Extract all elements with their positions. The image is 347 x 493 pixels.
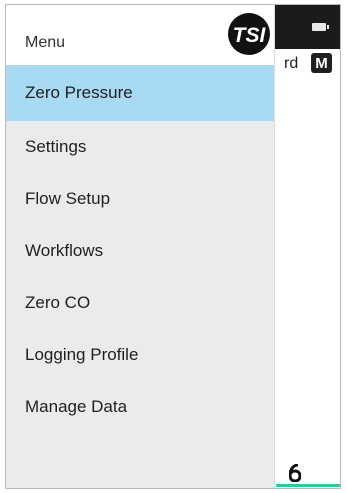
mode-badge: M	[311, 53, 332, 73]
tsi-logo: TSI	[228, 13, 270, 55]
menu-item-label: Settings	[25, 137, 87, 156]
menu-item-flow-setup[interactable]: Flow Setup	[6, 173, 274, 225]
background-label-fragment: rd	[284, 55, 299, 72]
drawer-header: Menu TSI	[6, 5, 274, 65]
device-screen: rd M Menu TSI Zero Pressure Settings Flo…	[5, 4, 341, 489]
menu-item-label: Workflows	[25, 241, 104, 260]
bottom-value-fragment	[289, 464, 301, 482]
menu-item-label: Manage Data	[25, 397, 128, 416]
menu-item-logging-profile[interactable]: Logging Profile	[6, 329, 274, 381]
menu-item-label: Zero Pressure	[25, 83, 133, 102]
drawer-title: Menu	[25, 34, 66, 51]
menu-item-settings[interactable]: Settings	[6, 121, 274, 173]
menu-item-zero-co[interactable]: Zero CO	[6, 277, 274, 329]
menu-item-label: Zero CO	[25, 293, 91, 312]
menu-item-label: Logging Profile	[25, 345, 139, 364]
bottom-accent-bar	[276, 484, 340, 487]
menu-item-manage-data[interactable]: Manage Data	[6, 381, 274, 433]
svg-text:TSI: TSI	[233, 24, 267, 47]
menu-item-zero-pressure[interactable]: Zero Pressure	[6, 65, 274, 121]
battery-icon	[312, 23, 329, 31]
menu-item-workflows[interactable]: Workflows	[6, 225, 274, 277]
navigation-drawer: Menu TSI Zero Pressure Settings Flow Set…	[6, 5, 275, 488]
status-bar	[274, 5, 340, 49]
menu-item-label: Flow Setup	[25, 189, 111, 208]
